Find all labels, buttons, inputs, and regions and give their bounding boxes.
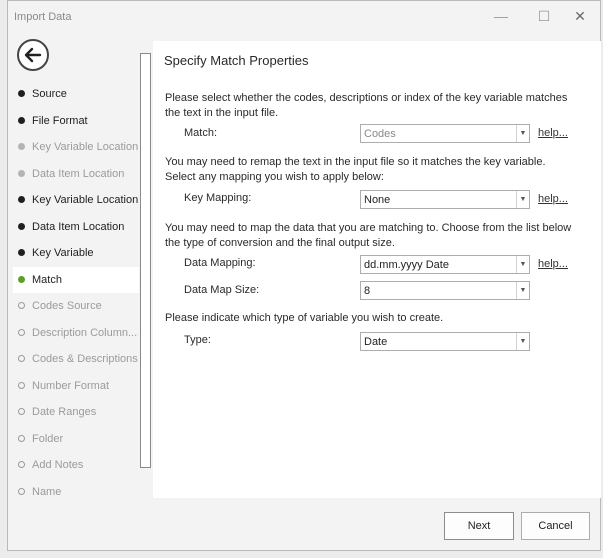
wizard-step[interactable]: Data Item Location <box>13 161 139 188</box>
close-button[interactable]: ✕ <box>565 6 595 26</box>
wizard-step-label: Data Item Location <box>32 220 125 233</box>
step-status-dot-icon <box>18 143 25 150</box>
match-select-value: Codes <box>364 128 396 140</box>
wizard-step[interactable]: Codes Source <box>13 293 139 320</box>
wizard-step[interactable]: Codes & Descriptions <box>13 346 139 373</box>
wizard-step-label: Name <box>32 485 62 498</box>
data-mapping-label: Data Mapping: <box>184 257 256 269</box>
wizard-step[interactable]: Key Variable Location <box>13 187 139 214</box>
data-mapping-value: dd.mm.yyyy Date <box>364 259 449 271</box>
step-status-dot-icon <box>18 408 25 415</box>
wizard-step[interactable]: Match <box>13 266 139 293</box>
step-status-dot-icon <box>18 302 25 309</box>
chevron-down-icon: ▼ <box>516 125 529 142</box>
data-mapping-help-link[interactable]: help... <box>538 258 568 270</box>
wizard-step-label: Folder <box>32 432 64 445</box>
wizard-step[interactable]: Add Notes <box>13 452 139 479</box>
match-help-link[interactable]: help... <box>538 127 568 139</box>
wizard-step[interactable]: Data Item Location <box>13 214 139 241</box>
wizard-step[interactable]: Number Format <box>13 373 139 400</box>
match-intro-text: Please select whether the codes, descrip… <box>165 92 568 119</box>
wizard-step-label: Key Variable Location <box>32 194 139 206</box>
match-select[interactable]: Codes ▼ <box>360 124 530 143</box>
wizard-step[interactable]: Date Ranges <box>13 399 139 426</box>
wizard-step-label: Codes & Descriptions <box>32 353 138 365</box>
step-status-dot-icon <box>18 116 25 124</box>
step-status-dot-icon <box>18 222 25 230</box>
step-status-dot-icon <box>18 249 25 256</box>
match-properties-panel: Specify Match Properties Please select w… <box>153 41 601 498</box>
back-button[interactable] <box>17 39 49 71</box>
data-map-size-label: Data Map Size: <box>184 284 260 296</box>
next-button[interactable]: Next <box>444 512 514 540</box>
data-map-size-select[interactable]: 8 ▼ <box>360 281 530 300</box>
data-map-size-value: 8 <box>364 285 371 297</box>
wizard-step-label: Codes Source <box>32 300 102 312</box>
wizard-step[interactable]: File Format <box>13 108 139 135</box>
step-status-dot-icon <box>18 434 25 442</box>
chevron-down-icon: ▼ <box>516 282 529 299</box>
step-status-dot-icon <box>18 90 25 97</box>
chevron-down-icon: ▼ <box>516 256 529 273</box>
wizard-steps-list: Source File Format Key Variable Location Da… <box>13 81 139 505</box>
wizard-step-label: Date Ranges <box>32 406 97 418</box>
match-label: Match: <box>184 127 218 139</box>
type-text: Please indicate which type of variable y… <box>165 312 444 324</box>
wizard-step-label: Match <box>32 273 62 286</box>
maximize-button[interactable]: ☐ <box>529 6 559 26</box>
cancel-button[interactable]: Cancel <box>521 512 590 540</box>
step-status-dot-icon <box>18 328 25 336</box>
type-value: Date <box>364 336 388 348</box>
remap-text: You may need to remap the text in the in… <box>165 156 546 183</box>
wizard-step-label: Data Item Location <box>32 167 125 180</box>
step-status-dot-icon <box>18 275 25 283</box>
wizard-step-label: Number Format <box>32 379 110 392</box>
key-mapping-help-link[interactable]: help... <box>538 193 568 205</box>
key-mapping-value: None <box>364 194 391 206</box>
key-mapping-label: Key Mapping: <box>184 192 252 204</box>
data-mapping-select[interactable]: dd.mm.yyyy Date ▼ <box>360 255 530 274</box>
window-title: Import Data <box>14 11 72 23</box>
title-bar: Import Data — ☐ ✕ <box>8 1 600 32</box>
step-status-dot-icon <box>18 196 25 203</box>
wizard-step-label: Key Variable Location <box>32 141 139 153</box>
wizard-step-label: File Format <box>32 114 88 127</box>
wizard-step[interactable]: Source <box>13 81 139 108</box>
panel-title: Specify Match Properties <box>164 53 309 68</box>
type-select[interactable]: Date ▼ <box>360 332 530 351</box>
data-mapping-text: You may need to map the data that you ar… <box>165 222 572 249</box>
chevron-down-icon: ▼ <box>516 191 529 208</box>
step-status-dot-icon <box>18 487 25 495</box>
step-status-dot-icon <box>18 169 25 177</box>
wizard-step-label: Key Variable <box>32 247 94 259</box>
steps-scrollbar[interactable] <box>140 53 151 468</box>
step-status-dot-icon <box>18 461 25 468</box>
wizard-step-label: Add Notes <box>32 459 84 471</box>
arrow-left-icon <box>24 47 42 63</box>
import-data-window: Import Data — ☐ ✕ Source File Format Key V… <box>7 0 601 551</box>
type-label: Type: <box>184 334 211 346</box>
key-mapping-select[interactable]: None ▼ <box>360 190 530 209</box>
chevron-down-icon: ▼ <box>516 333 529 350</box>
wizard-step-label: Source <box>32 88 67 100</box>
minimize-button[interactable]: — <box>486 6 516 26</box>
wizard-step[interactable]: Key Variable Location <box>13 134 139 161</box>
wizard-step[interactable]: Description Column... <box>13 320 139 347</box>
wizard-step[interactable]: Key Variable <box>13 240 139 267</box>
step-status-dot-icon <box>18 381 25 389</box>
wizard-step-label: Description Column... <box>32 326 138 339</box>
step-status-dot-icon <box>18 355 25 362</box>
wizard-step[interactable]: Name <box>13 479 139 506</box>
wizard-step[interactable]: Folder <box>13 426 139 453</box>
